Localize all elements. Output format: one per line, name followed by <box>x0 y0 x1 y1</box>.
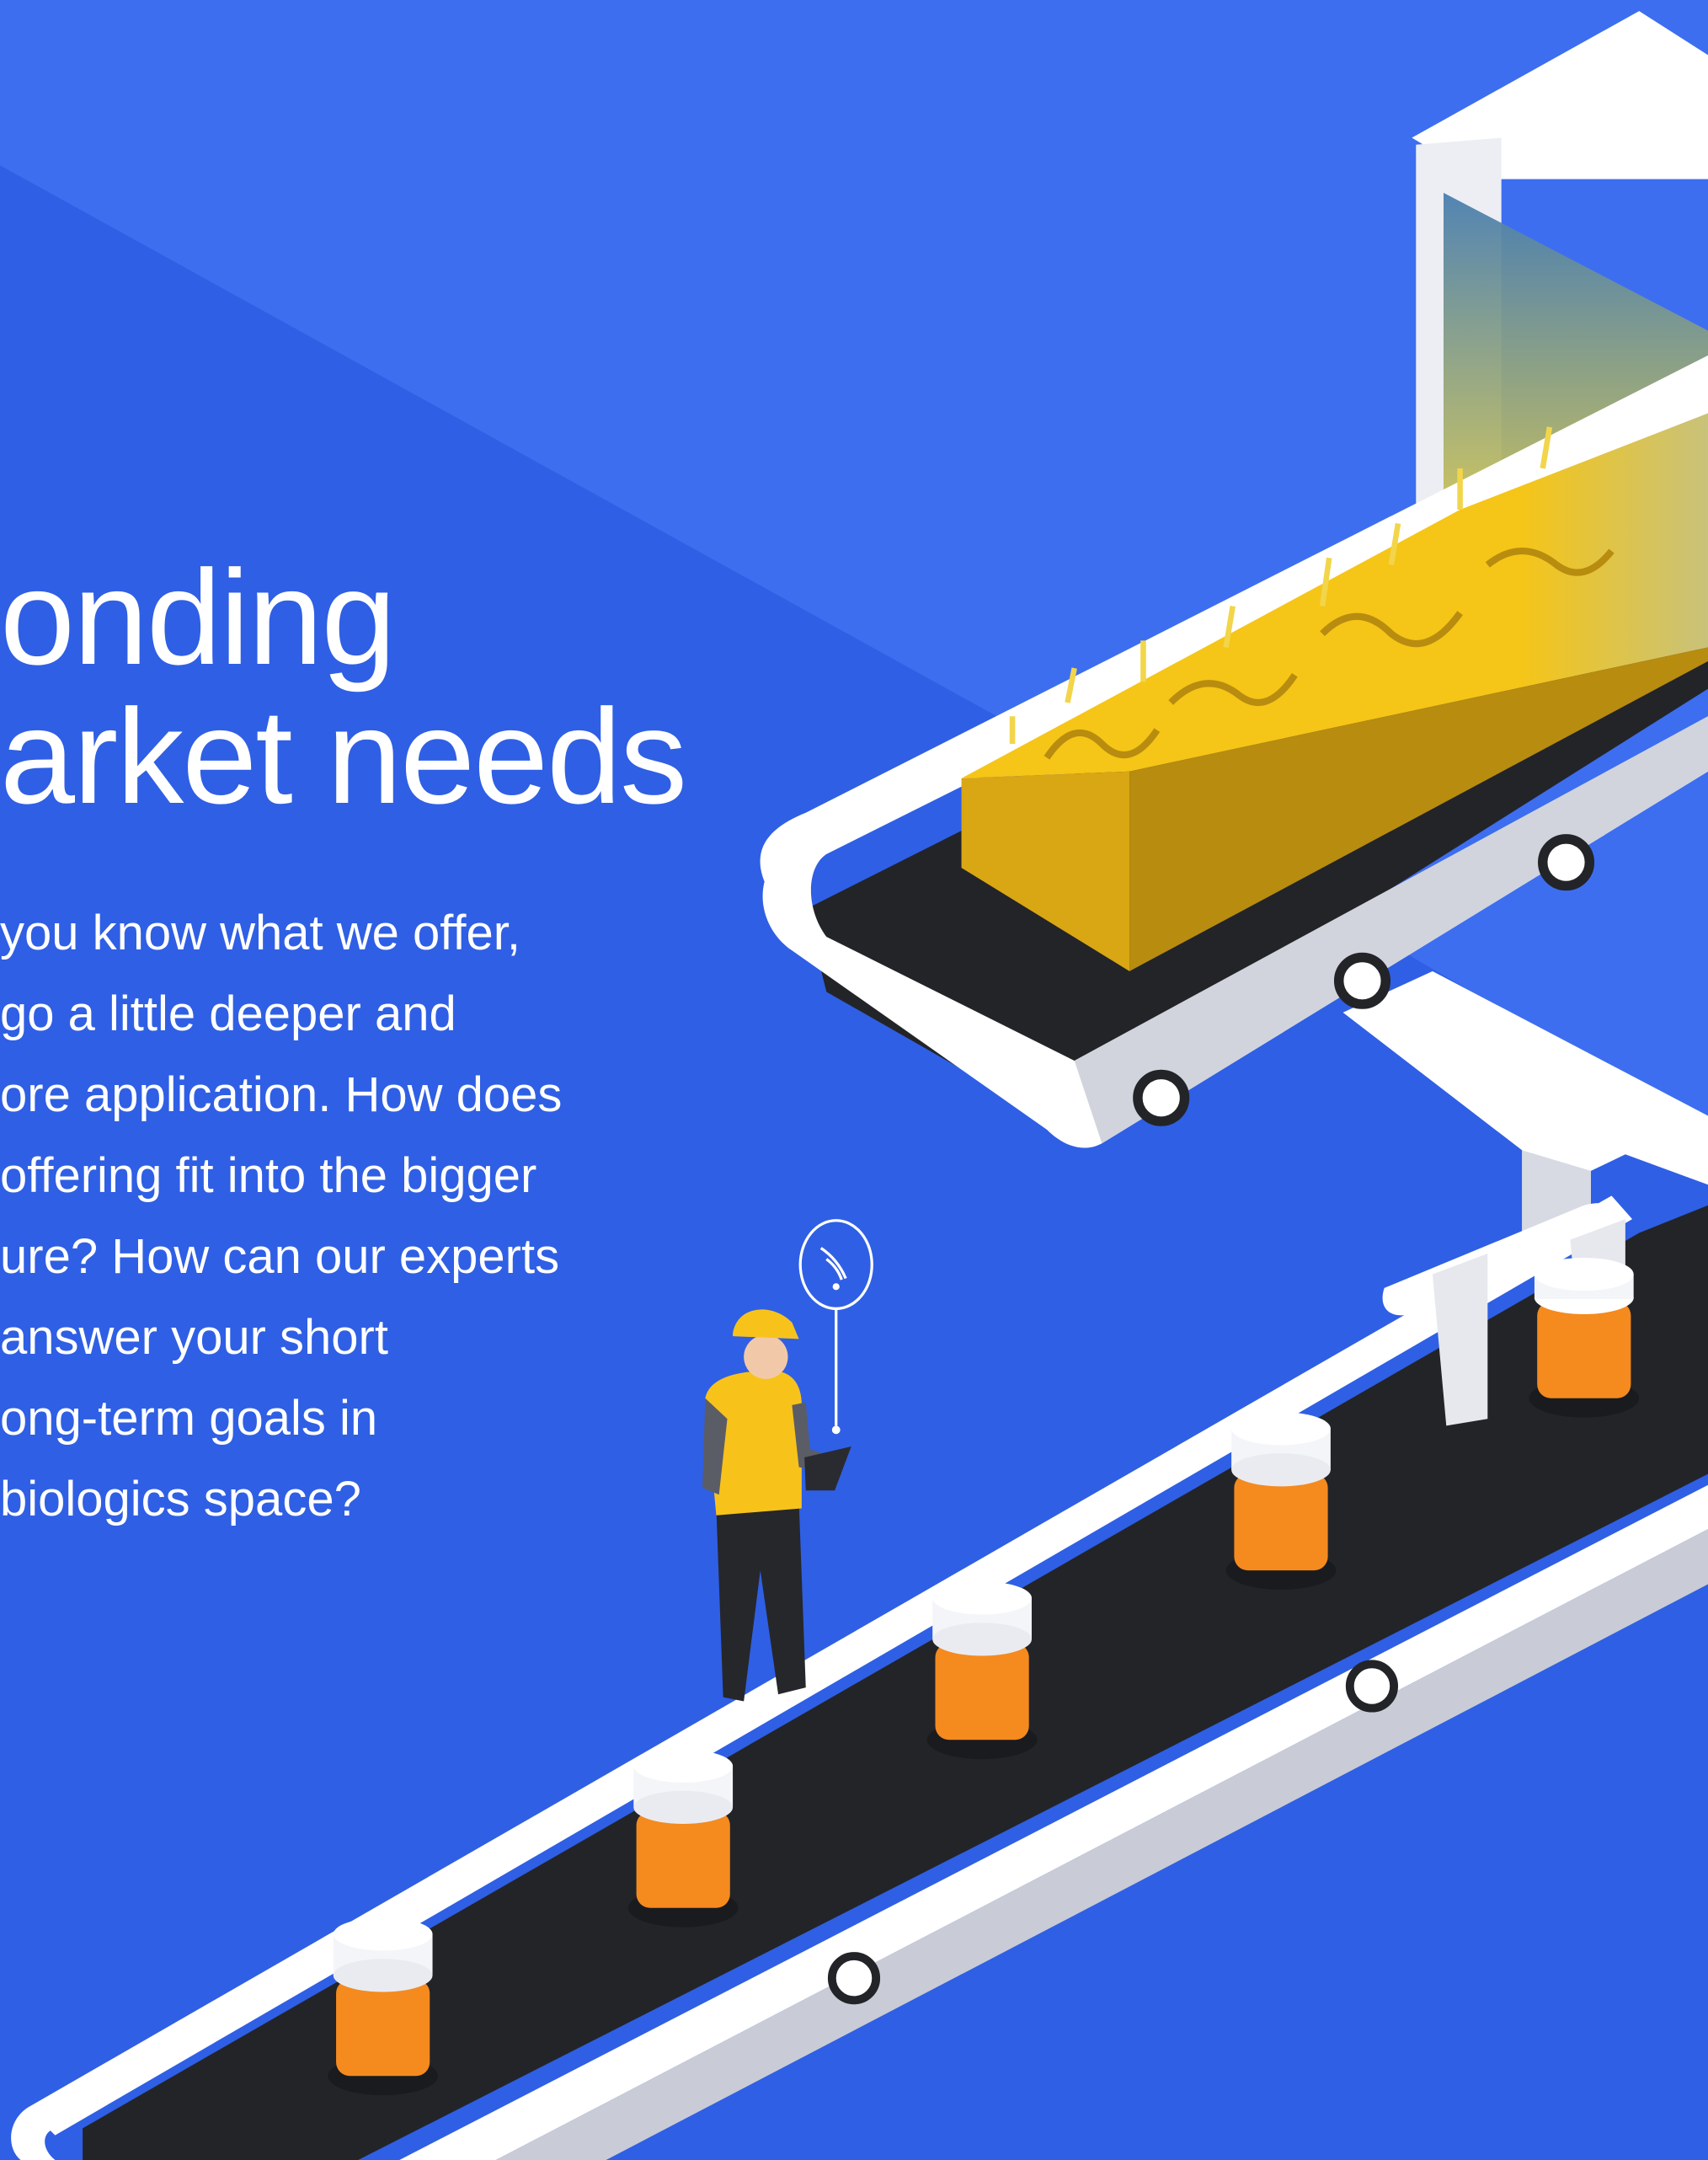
headline-line-2: arket needs <box>0 681 687 831</box>
body-line: ong-term goals in <box>0 1391 378 1446</box>
body-line: you know what we offer, <box>0 906 520 960</box>
jar <box>1529 1257 1640 1418</box>
page-headline: onding arket needs <box>0 542 687 831</box>
body-line: answer your short <box>0 1310 388 1365</box>
roller-bolt <box>827 1952 881 2005</box>
headline-line-1: onding <box>0 542 396 692</box>
body-line: go a little deeper and <box>0 986 456 1041</box>
jar <box>1225 1412 1337 1591</box>
roller-bolt <box>1345 1660 1399 1713</box>
roller-bolt <box>1133 1069 1190 1126</box>
roller-bolt <box>1333 952 1391 1009</box>
jar <box>926 1581 1038 1760</box>
jar <box>328 1917 439 2096</box>
roller-bolt <box>1538 834 1595 891</box>
body-line: ore application. How does <box>0 1067 563 1122</box>
body-line: ure? How can our experts <box>0 1229 560 1284</box>
body-line: biologics space? <box>0 1472 361 1526</box>
body-line: offering fit into the bigger <box>0 1148 537 1203</box>
body-copy: you know what we offer, go a little deep… <box>0 893 562 1540</box>
jar <box>627 1749 739 1927</box>
